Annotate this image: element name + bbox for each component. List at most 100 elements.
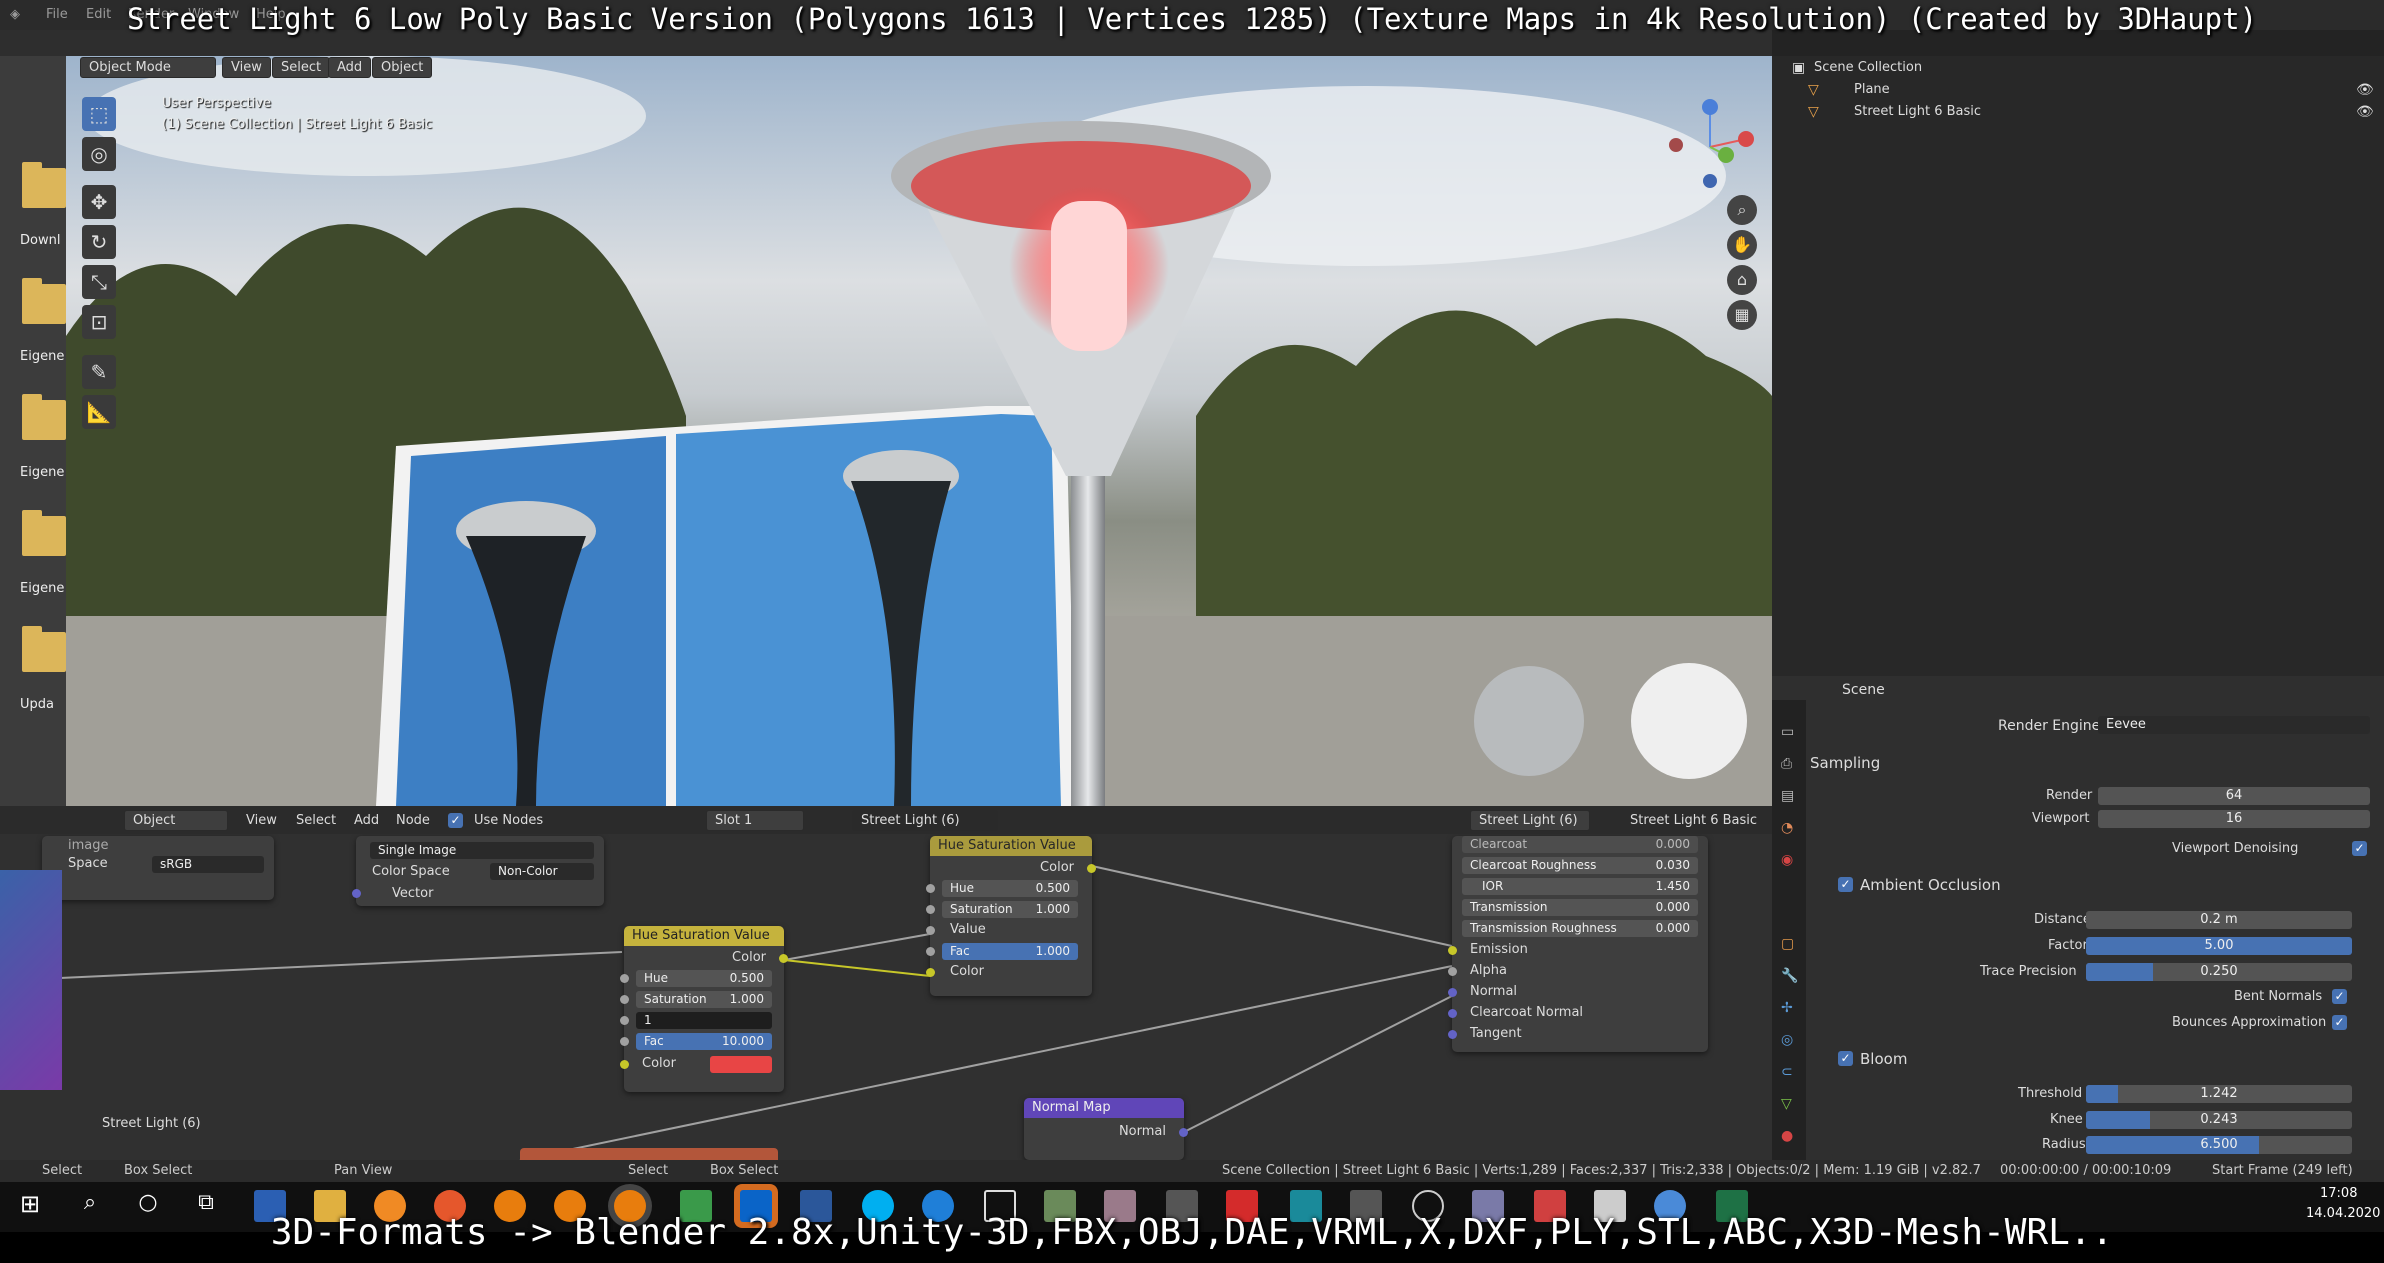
bloom-knee-field[interactable]: 0.243 [2086, 1111, 2352, 1129]
bsdf-ior-field[interactable]: IOR 1.450 [1462, 878, 1698, 895]
folder-icon[interactable] [22, 278, 66, 324]
hsv2-hue-field[interactable]: Hue 0.500 [942, 880, 1078, 897]
slot-select[interactable]: Slot 1 [706, 810, 804, 831]
hsv2-fac-field[interactable]: Fac 1.000 [942, 943, 1078, 960]
node-editor-type-select[interactable]: Object [124, 810, 228, 831]
color-out-socket[interactable] [1087, 864, 1096, 873]
folder-icon[interactable] [22, 394, 66, 440]
use-nodes-checkbox[interactable]: ✓ [448, 813, 463, 828]
color-space-select[interactable]: Non-Color [490, 863, 594, 880]
hsv-fac-field[interactable]: Fac 10.000 [636, 1033, 772, 1050]
bloom-threshold-field[interactable]: 1.242 [2086, 1085, 2352, 1103]
bsdf-trans-roughness-field[interactable]: Transmission Roughness 0.000 [1462, 920, 1698, 937]
emission-socket[interactable] [1448, 946, 1457, 955]
view-layer-tab-icon[interactable]: ▤ [1781, 788, 1794, 804]
ao-trace-field[interactable]: 0.250 [2086, 963, 2352, 981]
texture-node[interactable]: Single Image Color Space Non-Color Vecto… [352, 836, 604, 906]
render-samples-field[interactable]: 64 [2098, 787, 2370, 805]
eye-icon[interactable]: 👁 [2356, 82, 2374, 98]
projection-select[interactable]: Single Image [370, 842, 594, 859]
bsdf-transmission-field[interactable]: Transmission 0.000 [1462, 899, 1698, 916]
viewport-samples-field[interactable]: 16 [2098, 810, 2370, 828]
zoom-view-icon[interactable]: ⌕ [1727, 195, 1757, 225]
eye-icon[interactable]: 👁 [2356, 104, 2374, 120]
shader-node-editor[interactable]: image Space sRGB Single Image Color Spac… [0, 806, 1772, 1160]
socket[interactable] [620, 1060, 629, 1069]
ne-menu-view[interactable]: View [246, 813, 277, 828]
cursor-tool-icon[interactable]: ◎ [82, 137, 116, 171]
scene-tab-icon[interactable]: ◔ [1781, 820, 1793, 836]
bounces-checkbox[interactable]: ✓ [2332, 1015, 2347, 1030]
viewport-menu-object[interactable]: Object [372, 57, 433, 78]
bloom-radius-field[interactable]: 6.500 [2086, 1136, 2352, 1154]
outliner-item-street-light[interactable]: Street Light 6 Basic [1854, 104, 1981, 119]
rotate-tool-icon[interactable]: ↻ [82, 225, 116, 259]
sampling-header[interactable]: Sampling [1810, 754, 1880, 772]
socket[interactable] [620, 1016, 629, 1025]
render-tab-icon[interactable]: ▭ [1781, 724, 1794, 740]
tangent-socket[interactable] [1448, 1030, 1457, 1039]
bloom-header[interactable]: Bloom [1860, 1050, 1907, 1068]
image-texture-node[interactable]: image Space sRGB [42, 836, 274, 900]
data-tab-icon[interactable]: ▽ [1781, 1096, 1792, 1112]
folder-icon[interactable] [22, 162, 66, 208]
hsv-value-edit[interactable]: 1 [636, 1012, 772, 1029]
folder-icon[interactable] [22, 626, 66, 672]
object-material-select[interactable]: Street Light (6) [1470, 810, 1590, 831]
navigation-gizmo[interactable] [1660, 95, 1760, 195]
measure-tool-icon[interactable]: 📐 [82, 395, 116, 429]
ne-menu-node[interactable]: Node [396, 813, 430, 828]
hue-saturation-node-2[interactable]: Hue Saturation Value Color Hue 0.500 Satu… [926, 836, 1096, 996]
bloom-checkbox[interactable]: ✓ [1838, 1051, 1853, 1066]
outliner-root[interactable]: Scene Collection [1814, 60, 1922, 75]
hsv2-saturation-field[interactable]: Saturation 1.000 [942, 901, 1078, 918]
socket[interactable] [620, 974, 629, 983]
material-name-field[interactable]: Street Light (6) [852, 810, 998, 831]
ao-checkbox[interactable]: ✓ [1838, 877, 1853, 892]
viewport-menu-view[interactable]: View [222, 57, 271, 78]
socket[interactable] [620, 995, 629, 1004]
socket[interactable] [926, 947, 935, 956]
socket[interactable] [926, 926, 935, 935]
3d-viewport[interactable] [66, 56, 1772, 806]
bent-normals-checkbox[interactable]: ✓ [2332, 989, 2347, 1004]
select-box-tool-icon[interactable]: ⬚ [82, 97, 116, 131]
annotate-tool-icon[interactable]: ✎ [82, 355, 116, 389]
hsv-hue-field[interactable]: Hue 0.500 [636, 970, 772, 987]
object-tab-icon[interactable]: ▢ [1781, 936, 1794, 952]
outliner-item-plane[interactable]: Plane [1854, 82, 1890, 97]
folder-icon[interactable] [22, 510, 66, 556]
bsdf-ccr-field[interactable]: Clearcoat Roughness 0.030 [1462, 857, 1698, 874]
space-select[interactable]: sRGB [152, 856, 264, 873]
grid-view-icon[interactable]: ▦ [1727, 300, 1757, 330]
socket[interactable] [926, 968, 935, 977]
normal-socket[interactable] [1448, 988, 1457, 997]
socket[interactable] [926, 884, 935, 893]
move-tool-icon[interactable]: ✥ [82, 185, 116, 219]
hsv-color-swatch[interactable] [710, 1056, 772, 1073]
output-tab-icon[interactable]: ⎙ [1781, 756, 1792, 772]
alpha-socket[interactable] [1448, 967, 1457, 976]
hsv-saturation-field[interactable]: Saturation 1.000 [636, 991, 772, 1008]
viewport-menu-select[interactable]: Select [272, 57, 331, 78]
principled-bsdf-node[interactable]: Clearcoat 0.000 Clearcoat Roughness 0.030 … [1448, 836, 1708, 1052]
vector-socket[interactable] [352, 889, 361, 898]
camera-view-icon[interactable]: ⌂ [1727, 265, 1757, 295]
ao-header[interactable]: Ambient Occlusion [1860, 876, 2001, 894]
transform-tool-icon[interactable]: ⊡ [82, 305, 116, 339]
physics-tab-icon[interactable]: ◎ [1781, 1032, 1793, 1048]
normal-map-node[interactable]: Normal Map Normal [1024, 1098, 1188, 1160]
mode-select[interactable]: Object Mode [80, 57, 216, 78]
normal-out-socket[interactable] [1179, 1128, 1188, 1137]
ccnormal-socket[interactable] [1448, 1009, 1457, 1018]
ao-distance-field[interactable]: 0.2 m [2086, 911, 2352, 929]
render-engine-select[interactable]: Eevee [2098, 716, 2370, 734]
ne-menu-add[interactable]: Add [354, 813, 379, 828]
socket[interactable] [620, 1037, 629, 1046]
scale-tool-icon[interactable]: ⤡ [82, 265, 116, 299]
viewport-denoising-checkbox[interactable]: ✓ [2352, 841, 2367, 856]
socket[interactable] [926, 905, 935, 914]
world-tab-icon[interactable]: ◉ [1781, 852, 1793, 868]
material-tab-icon[interactable]: ● [1781, 1128, 1793, 1144]
bsdf-clearcoat-field[interactable]: Clearcoat 0.000 [1462, 836, 1698, 853]
